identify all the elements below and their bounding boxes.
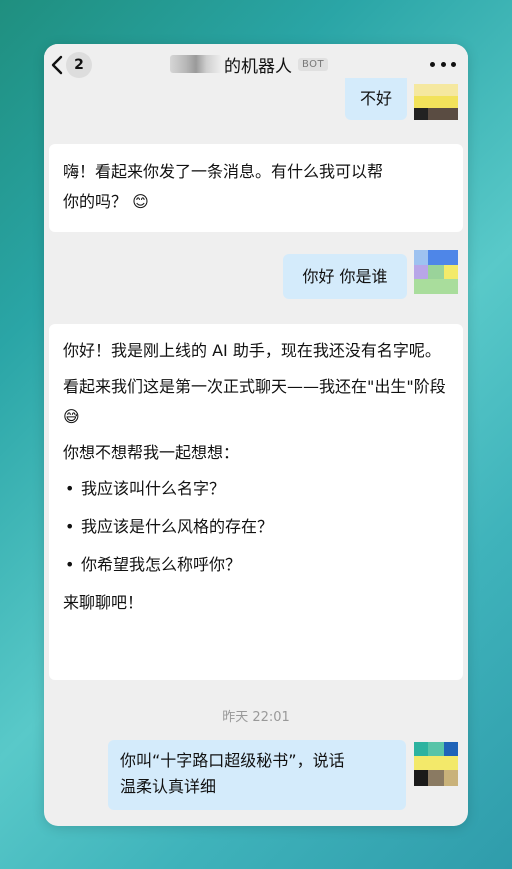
redacted-name	[170, 55, 222, 73]
message-paragraph: 看起来我们这是第一次正式聊天——我还在"出生"阶段 😅	[63, 377, 446, 426]
message-paragraph: 你想不想帮我一起想想：	[63, 443, 240, 462]
unread-count-badge: 2	[66, 52, 92, 78]
bot-message: 嗨！看起来你发了一条消息。有什么我可以帮 你的吗？ 😊	[49, 144, 463, 232]
user-message: 不好	[345, 78, 407, 120]
message-timestamp: 昨天 22:01	[222, 710, 290, 725]
list-item: • 我应该是什么风格的存在？	[63, 512, 449, 542]
message-line: 嗨！看起来你发了一条消息。有什么我可以帮	[63, 162, 384, 181]
more-options-icon[interactable]	[430, 54, 456, 74]
bullet-icon: •	[65, 479, 75, 498]
message-line: 温柔认真详细	[120, 777, 217, 796]
bot-message: 你好！我是刚上线的 AI 助手，现在我还没有名字呢。 看起来我们这是第一次正式聊…	[49, 324, 463, 680]
user-avatar[interactable]	[414, 84, 458, 120]
bullet-icon: •	[65, 517, 75, 536]
list-item: • 你希望我怎么称呼你？	[63, 550, 449, 580]
message-line: 你叫“十字路口超级秘书”，说话	[120, 751, 345, 770]
message-text: 不好	[359, 89, 392, 108]
bullet-icon: •	[65, 555, 75, 574]
chat-title-text: 的机器人	[224, 56, 292, 77]
list-item: • 我应该叫什么名字？	[63, 474, 449, 504]
user-message: 你好 你是谁	[283, 254, 407, 299]
list-item-text: 我应该叫什么名字？	[81, 479, 226, 498]
chat-title: 的机器人 BOT	[170, 52, 329, 77]
back-button[interactable]: 2	[50, 51, 110, 79]
list-item-text: 你希望我怎么称呼你？	[81, 555, 242, 574]
message-paragraph: 你好！我是刚上线的 AI 助手，现在我还没有名字呢。	[63, 341, 441, 360]
message-line: 你的吗？ 😊	[63, 192, 149, 211]
user-avatar[interactable]	[414, 742, 458, 786]
bot-tag: BOT	[298, 57, 329, 71]
list-item-text: 我应该是什么风格的存在？	[81, 517, 274, 536]
user-message: 你叫“十字路口超级秘书”，说话 温柔认真详细	[108, 740, 406, 810]
message-text: 你好 你是谁	[302, 267, 388, 286]
chevron-left-icon	[51, 55, 63, 75]
message-paragraph: 来聊聊吧！	[63, 593, 144, 612]
user-avatar[interactable]	[414, 250, 458, 294]
chat-window: 2 的机器人 BOT 不好 嗨！看起来你发了一条消息。有什么我可以帮 你的吗？ …	[44, 44, 468, 826]
